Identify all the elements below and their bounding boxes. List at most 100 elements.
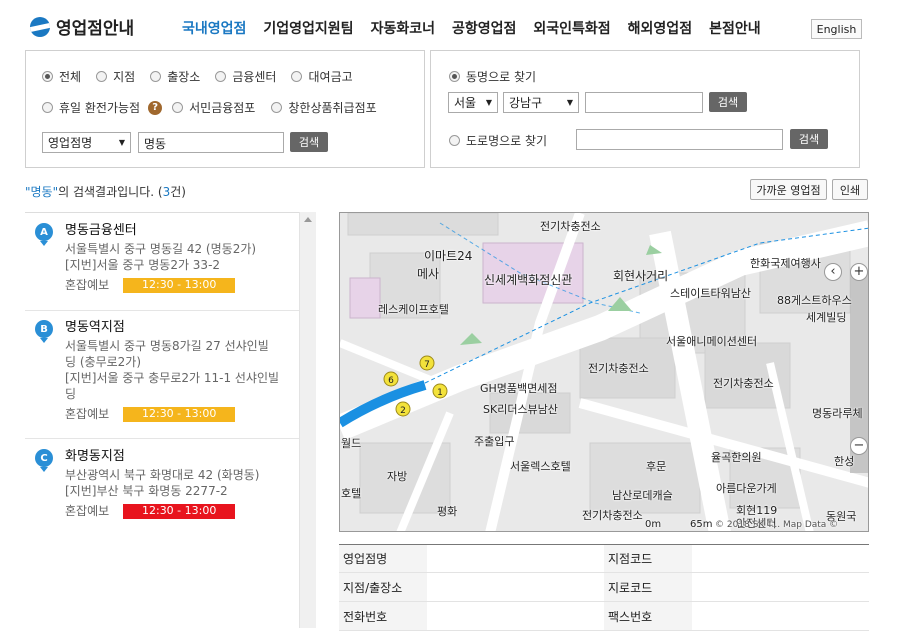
info-value [692, 602, 869, 630]
map-label: 후문 [646, 460, 667, 473]
congestion-time-badge: 12:30 - 13:00 [123, 277, 236, 293]
map-label: 이마트24 [424, 249, 473, 263]
list-item[interactable]: A 명동금융센터 서울특별시 중구 명동길 42 (명동2가) [지번]서울 중… [35, 223, 295, 293]
radio-holiday-exchange[interactable]: 휴일 환전가능점 [42, 99, 140, 116]
radio-sub-branch[interactable]: 출장소 [150, 68, 200, 85]
branch-map[interactable]: 1 2 6 7 전기차충전소 이마트24 메사 신세계백화점신관 회현사거리 한… [339, 212, 869, 532]
branch-name[interactable]: 명동역지점 [65, 320, 295, 336]
info-label: 지점/출장소 [339, 573, 427, 601]
nav-head-office[interactable]: 본점안내 [709, 18, 761, 38]
city-select[interactable]: 서울 ▼ [448, 92, 498, 113]
dong-input[interactable] [585, 92, 703, 113]
radio-icon [172, 102, 184, 113]
chevron-down-icon: ▼ [566, 98, 573, 107]
radio-icon [150, 71, 162, 82]
nav-foreigner-branches[interactable]: 외국인특화점 [533, 18, 610, 38]
table-row: 영업점명 지점코드 [339, 544, 869, 573]
zoom-in-icon[interactable]: + [850, 263, 868, 281]
map-label: 세계빌딩 [806, 311, 847, 324]
nav-overseas-branches[interactable]: 해외영업점 [628, 18, 692, 38]
map-label: 서울렉스호텔 [510, 460, 571, 473]
congestion-label: 혼잡예보 [65, 278, 110, 292]
branch-address: 서울특별시 중구 명동길 42 (명동2가) [65, 242, 257, 256]
map-label: GH명품백면세점 [480, 382, 558, 395]
list-scrollbar[interactable] [299, 212, 316, 628]
branch-keyword-input[interactable]: 명동 [138, 132, 284, 153]
map-label: 주출입구 [474, 435, 515, 448]
map-label: 전기차충전소 [588, 362, 649, 375]
map-label: 레스케이프호텔 [378, 303, 449, 316]
list-item[interactable]: B 명동역지점 서울특별시 중구 명동8가길 27 선샤인빌 딩 (충무로2가)… [35, 320, 295, 422]
branch-lot-address: [지번]서울 중구 충무로2가 11-1 선샤인빌 [65, 371, 280, 385]
info-value [692, 545, 869, 572]
list-item[interactable]: C 화명동지점 부산광역시 북구 화명대로 42 (화명동) [지번]부산 북구… [35, 449, 295, 519]
congestion-label: 혼잡예보 [65, 407, 110, 421]
radio-search-by-road[interactable]: 도로명으로 찾기 [449, 132, 547, 149]
table-row: 지점/출장소 지로코드 [339, 573, 869, 602]
map-label: 전기차충전소 [713, 377, 774, 390]
radio-financial-center[interactable]: 금융센터 [215, 68, 276, 85]
map-label: 아름다운가게 [716, 482, 777, 495]
branch-lot-address: [지번]부산 북구 화명동 2277-2 [65, 484, 228, 498]
congestion-label: 혼잡예보 [65, 504, 110, 518]
radio-startup-product[interactable]: 창한상품취급점포 [271, 99, 377, 116]
info-value [427, 573, 604, 601]
bank-logo-icon [30, 16, 50, 37]
info-value [692, 573, 869, 601]
map-label: 서울애니메이션센터 [666, 335, 758, 348]
scroll-up-icon[interactable] [304, 217, 312, 222]
chevron-down-icon: ▼ [118, 138, 125, 147]
map-exit-marker: 1 [437, 388, 443, 398]
branch-name[interactable]: 화명동지점 [65, 449, 295, 465]
branch-name[interactable]: 명동금융센터 [65, 223, 295, 239]
map-label: 전기차충전소 [540, 220, 601, 233]
table-row: 전화번호 팩스번호 [339, 602, 869, 631]
map-label: 월드 [341, 437, 362, 450]
dong-search-button[interactable]: 검색 [709, 92, 747, 112]
nav-atm-corner[interactable]: 자동화코너 [371, 18, 435, 38]
branch-search-button[interactable]: 검색 [290, 132, 328, 152]
road-search-button[interactable]: 검색 [790, 129, 828, 149]
branch-info-table: 영업점명 지점코드 지점/출장소 지로코드 전화번호 팩스번호 [339, 544, 869, 631]
map-attribution: © 2018 SK T... Map Data © [715, 520, 839, 530]
nav-corporate-support[interactable]: 기업영업지원팀 [263, 18, 353, 38]
radio-all[interactable]: 전체 [42, 68, 81, 85]
print-button[interactable]: 인쇄 [832, 179, 868, 200]
site-logo[interactable]: 영업점안내 [30, 14, 134, 39]
congestion-time-badge: 12:30 - 13:00 [123, 406, 236, 422]
pan-left-icon[interactable]: ‹ [824, 263, 842, 281]
map-label: 한성 [834, 455, 855, 468]
marker-b-icon: B [35, 320, 53, 343]
nav-domestic-branches[interactable]: 국내영업점 [182, 18, 246, 38]
district-select[interactable]: 강남구 ▼ [503, 92, 579, 113]
info-label: 팩스번호 [604, 602, 692, 630]
radio-safe-deposit[interactable]: 대여금고 [291, 68, 353, 85]
result-summary: "명동"의 검색결과입니다. (3건) [25, 185, 186, 199]
radio-microfinance[interactable]: 서민금융점포 [172, 99, 255, 116]
map-label: 메사 [417, 267, 440, 281]
radio-search-by-dong[interactable]: 동명으로 찾기 [449, 68, 536, 85]
congestion-time-badge: 12:30 - 13:00 [123, 503, 236, 519]
radio-branch[interactable]: 지점 [96, 68, 135, 85]
map-label: 88게스트하우스 [777, 294, 852, 307]
info-value [427, 545, 604, 572]
radio-icon [96, 71, 108, 82]
map-label: 회현사거리 [613, 269, 669, 283]
nav-airport-branches[interactable]: 공항영업점 [452, 18, 516, 38]
question-icon[interactable]: ? [148, 100, 163, 115]
map-label: 호텔 [341, 487, 362, 500]
info-label: 영업점명 [339, 545, 427, 572]
map-label: 한화국제여행사 [750, 257, 821, 270]
nearest-branch-button[interactable]: 가까운 영업점 [750, 179, 827, 200]
info-label: 지로코드 [604, 573, 692, 601]
marker-c-icon: C [35, 449, 53, 472]
map-exit-marker: 7 [424, 360, 430, 370]
map-label: SK리더스뷰남산 [483, 403, 558, 416]
road-name-input[interactable] [576, 129, 783, 150]
branch-address: 부산광역시 북구 화명대로 42 (화명동) [65, 468, 260, 482]
english-button[interactable]: English [811, 19, 862, 39]
map-scale-start: 0m [645, 519, 662, 530]
search-type-select[interactable]: 영업점명 ▼ [42, 132, 131, 153]
info-label: 전화번호 [339, 602, 427, 630]
zoom-out-icon[interactable]: − [850, 437, 868, 455]
